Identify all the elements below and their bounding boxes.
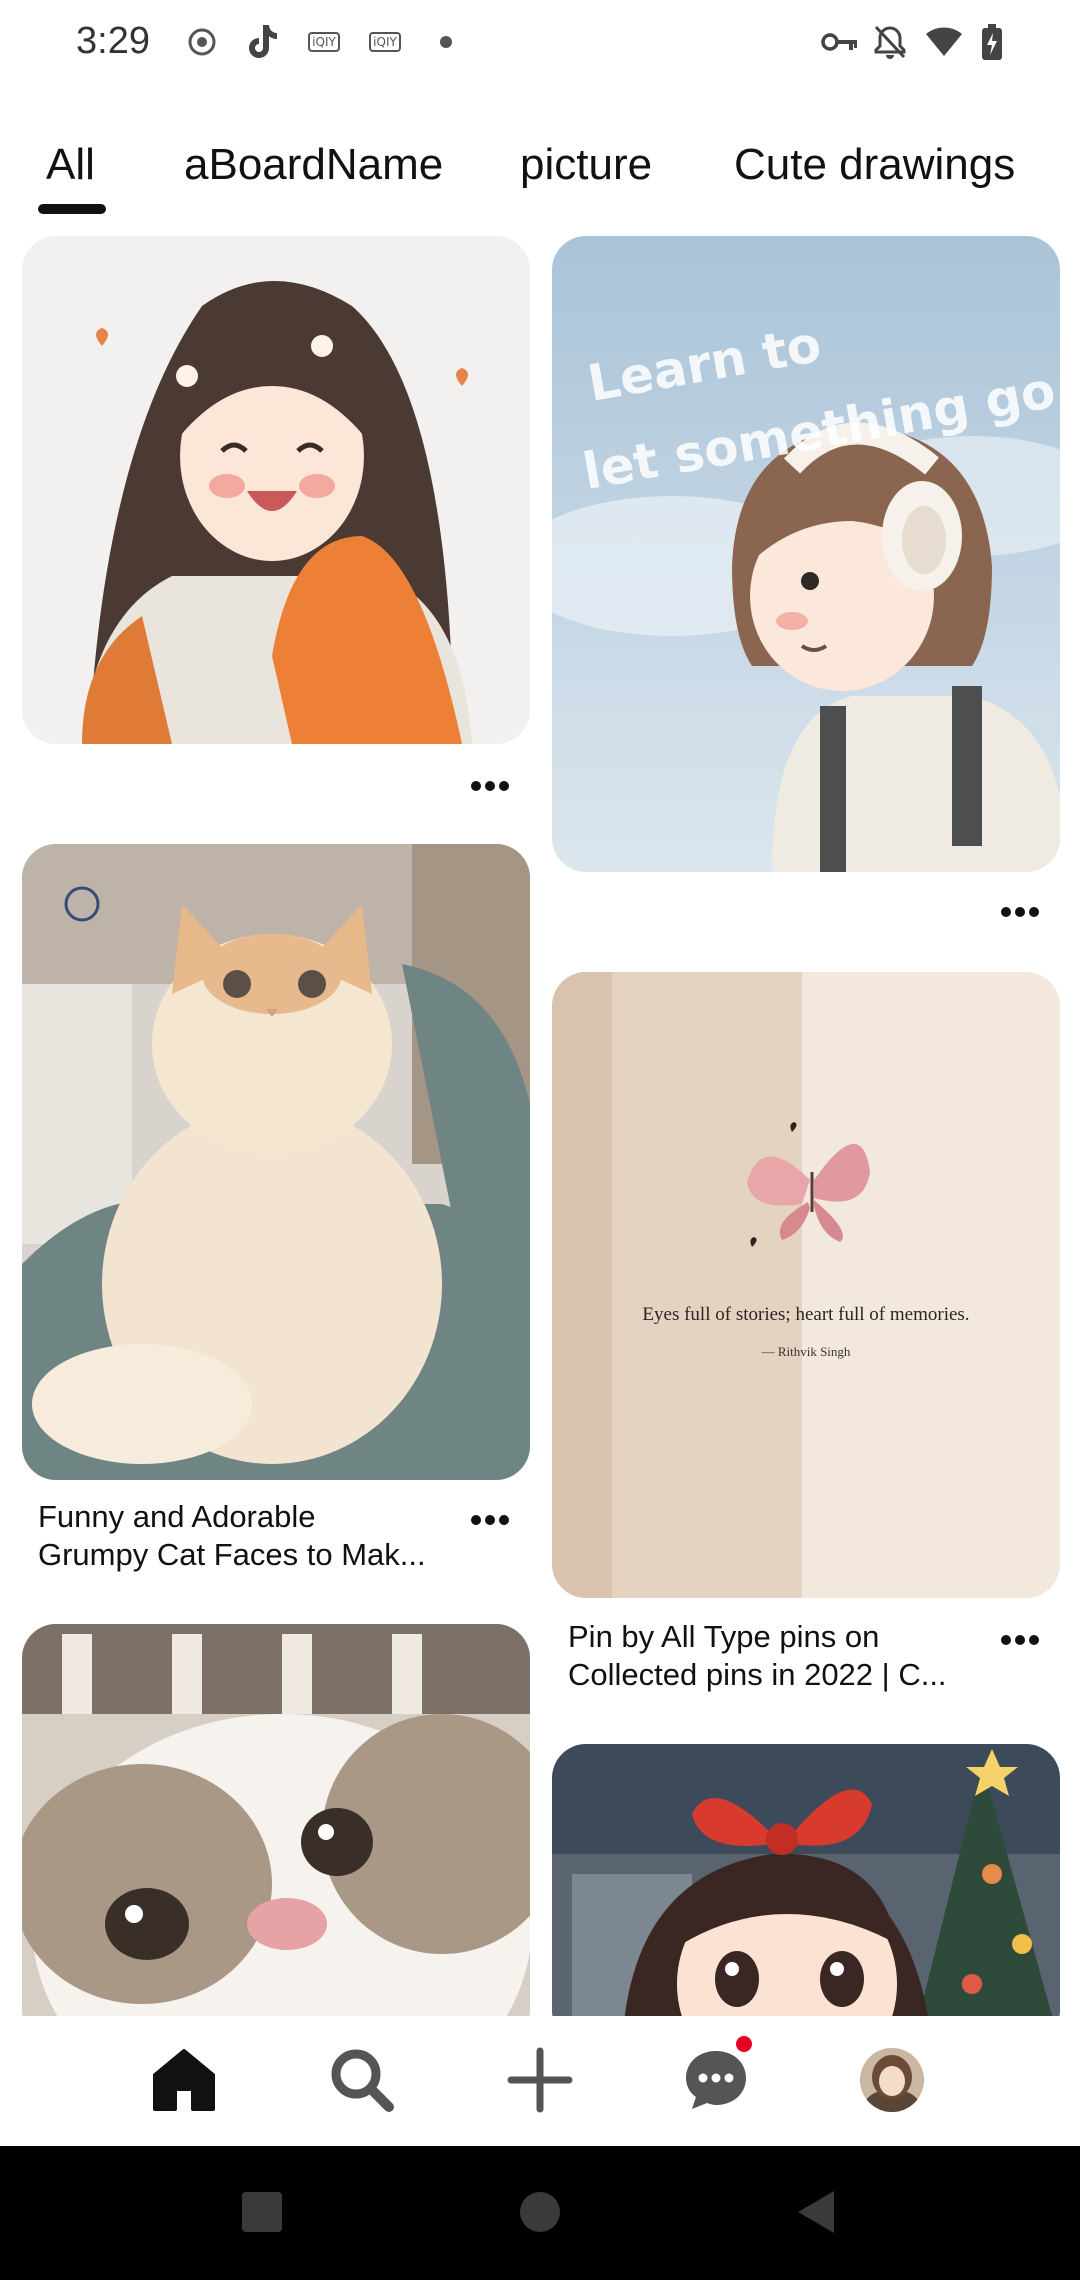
pin-image-headphones-girl[interactable]: Learn to let something go...: [552, 236, 1060, 872]
butterfly-quote-photo: [552, 972, 1060, 1598]
pin-more-button[interactable]: [990, 892, 1050, 932]
back-button[interactable]: [786, 2182, 846, 2242]
record-icon: [182, 22, 222, 62]
home-icon[interactable]: [144, 2040, 224, 2120]
red-bow-girl-illustration: [552, 1744, 1060, 2016]
bell-off-icon: [870, 22, 910, 62]
pin-quote-author: — Rithvik Singh: [761, 1344, 851, 1359]
create-icon[interactable]: [500, 2040, 580, 2120]
bottom-navigation: [0, 2016, 1080, 2146]
pin-more-button[interactable]: [990, 1620, 1050, 1660]
pin-image-red-bow-girl[interactable]: [552, 1744, 1060, 2016]
pin-image-butterfly-quote[interactable]: Eyes full of stories; heart full of memo…: [552, 972, 1060, 1598]
selected-tab-indicator: [38, 204, 106, 214]
search-icon[interactable]: [322, 2040, 402, 2120]
pin-image-fluffy-cat[interactable]: [22, 844, 530, 1480]
board-tabs: All aBoardName picture Cute drawings: [0, 140, 1080, 220]
pin-more-button[interactable]: [460, 766, 520, 806]
tab-cute-drawings[interactable]: Cute drawings: [734, 140, 1015, 190]
wifi-icon: [924, 22, 964, 62]
profile-avatar[interactable]: [852, 2040, 932, 2120]
battery-charging-icon: [972, 22, 1012, 62]
kitten-closeup-photo: [22, 1624, 530, 2016]
anime-girl-illustration: [22, 236, 530, 744]
pin-image-kitten[interactable]: [22, 1624, 530, 2016]
pin-title[interactable]: Funny and Adorable Grumpy Cat Faces to M…: [38, 1498, 468, 1574]
tiktok-icon: [242, 22, 282, 62]
iqiyi-icon: iQIY: [365, 22, 405, 62]
tab-picture[interactable]: picture: [520, 140, 652, 190]
recent-apps-button[interactable]: [232, 2182, 292, 2242]
pin-image-anime-girl[interactable]: [22, 236, 530, 744]
message-notification-badge: [736, 2036, 752, 2052]
status-bar: 3:29 iQIY iQIY: [0, 0, 1080, 90]
pin-more-button[interactable]: [460, 1500, 520, 1540]
tab-all[interactable]: All: [46, 140, 95, 190]
home-button[interactable]: [510, 2182, 570, 2242]
system-navigation-bar: [0, 2146, 1080, 2280]
dot-icon: [426, 22, 466, 62]
pin-quote-text: Eyes full of stories; heart full of memo…: [642, 1304, 970, 1325]
pin-title[interactable]: Pin by All Type pins on Collected pins i…: [568, 1618, 998, 1694]
status-time: 3:29: [76, 20, 150, 62]
pin-feed[interactable]: Learn to let something go... Funny and A…: [0, 236, 1080, 2016]
iqiyi-icon: iQIY: [304, 22, 344, 62]
messages-icon[interactable]: [676, 2040, 756, 2120]
key-icon: [820, 22, 860, 62]
home-feed-screen: 3:29 iQIY iQIY All aBoardName picture Cu…: [0, 0, 1080, 2280]
fluffy-cat-photo: [22, 844, 530, 1480]
tab-aboardname[interactable]: aBoardName: [184, 140, 443, 190]
